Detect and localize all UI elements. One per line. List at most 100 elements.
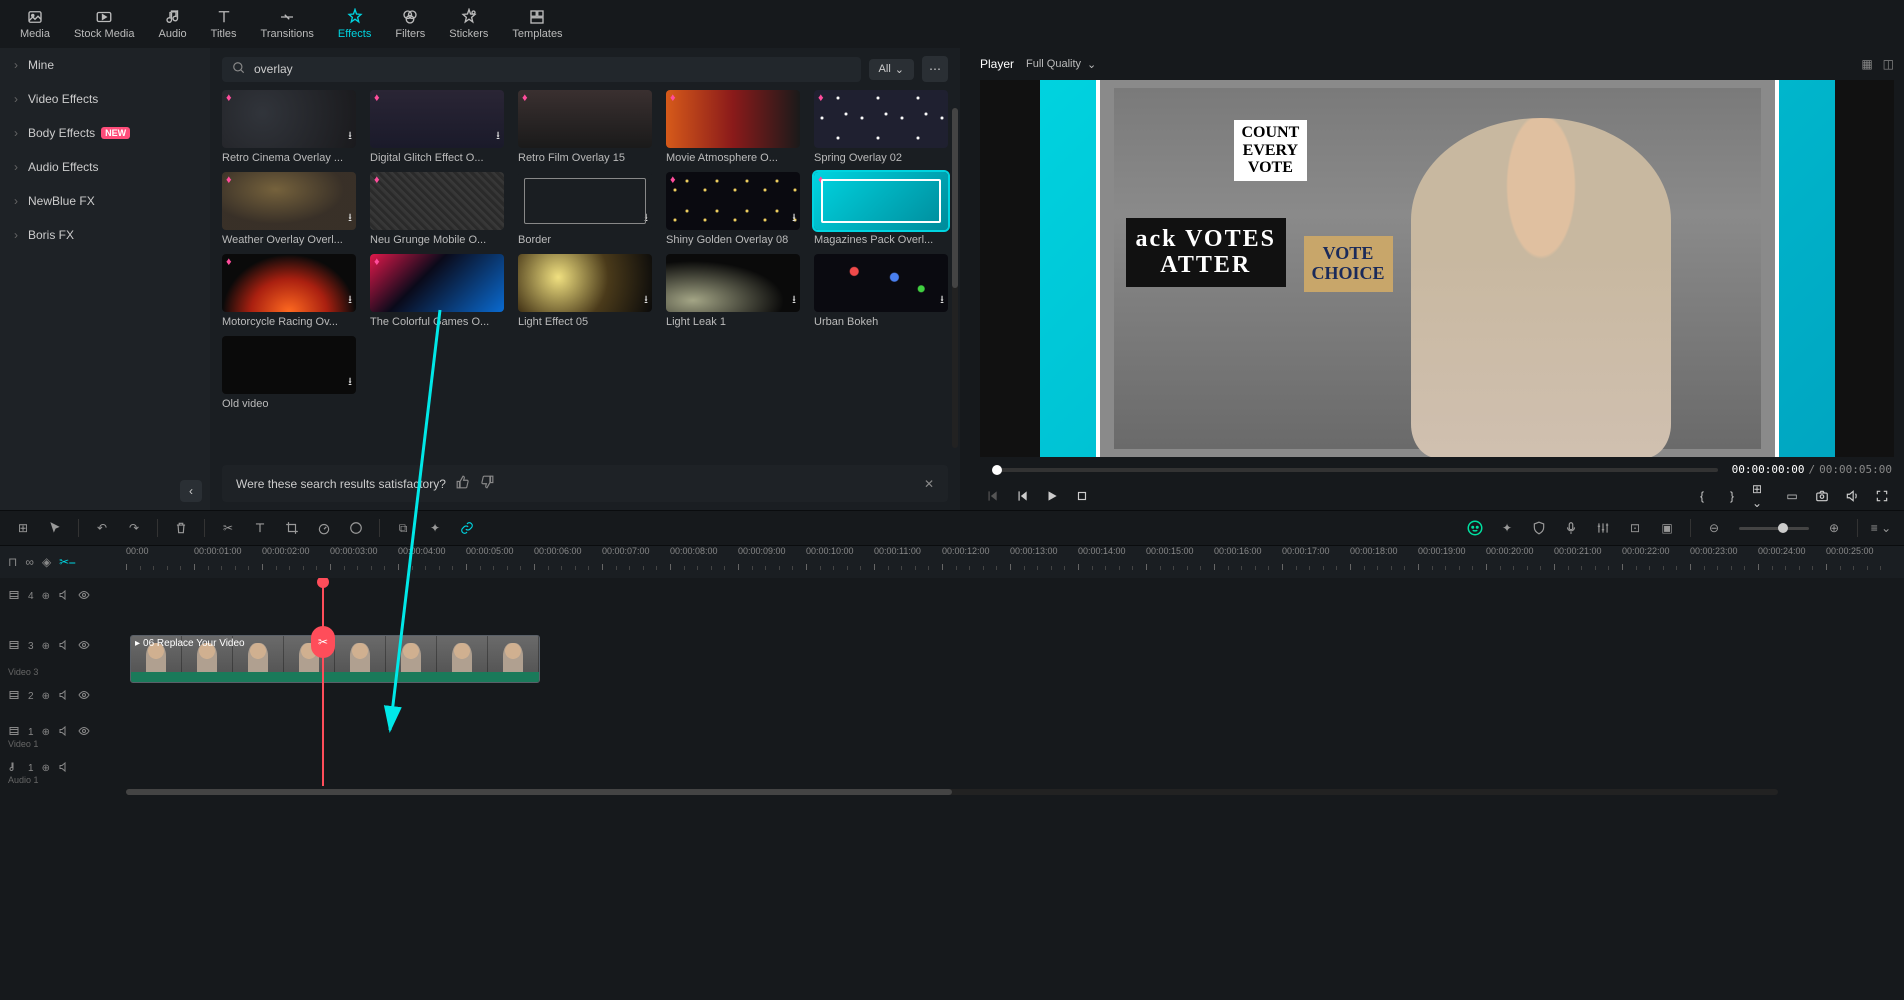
effect-item[interactable]: ⭳Light Effect 05: [518, 254, 652, 328]
mark-in-button[interactable]: {: [1692, 486, 1712, 506]
effect-item[interactable]: ♦⭳Digital Glitch Effect O...: [370, 90, 504, 164]
add-track-icon[interactable]: ⊕: [42, 641, 50, 652]
tab-stock[interactable]: Stock Media: [62, 2, 147, 46]
effect-thumbnail[interactable]: ♦: [370, 254, 504, 312]
voice-button[interactable]: [1558, 515, 1584, 541]
pointer-tool[interactable]: [42, 515, 68, 541]
speed-button[interactable]: [311, 515, 337, 541]
mixer-button[interactable]: [1590, 515, 1616, 541]
download-icon[interactable]: ⭳: [792, 291, 796, 310]
download-icon[interactable]: ⭳: [644, 291, 648, 310]
effect-thumbnail[interactable]: ♦⭳: [222, 90, 356, 148]
translate-button[interactable]: ✦: [422, 515, 448, 541]
aspect-button[interactable]: ⊞ ⌄: [1752, 486, 1772, 506]
effect-thumbnail[interactable]: ♦⭳: [370, 90, 504, 148]
grid-view-icon[interactable]: ▦: [1861, 57, 1872, 71]
timeline-clip[interactable]: ▸06 Replace Your Video: [130, 635, 540, 683]
effect-thumbnail[interactable]: ♦: [518, 90, 652, 148]
safe-zone-button[interactable]: ▭: [1782, 486, 1802, 506]
delete-button[interactable]: [168, 515, 194, 541]
sidebar-item[interactable]: ›Body EffectsNEW: [0, 116, 210, 150]
track-header[interactable]: 4⊕: [0, 578, 126, 614]
sidebar-item[interactable]: ›Video Effects: [0, 82, 210, 116]
add-track-icon[interactable]: ⊕: [42, 591, 50, 602]
mute-track-icon[interactable]: [58, 725, 70, 740]
effect-item[interactable]: ⭳Border: [518, 172, 652, 246]
effect-item[interactable]: ♦Magazines Pack Overl...: [814, 172, 948, 246]
search-box[interactable]: [222, 57, 861, 82]
crop-button[interactable]: [279, 515, 305, 541]
mute-track-icon[interactable]: [58, 589, 70, 604]
prev-frame-button[interactable]: [982, 486, 1002, 506]
mark-out-button[interactable]: }: [1722, 486, 1742, 506]
collapse-sidebar-button[interactable]: ‹: [180, 480, 202, 502]
enhance-button[interactable]: ✦: [1494, 515, 1520, 541]
effect-item[interactable]: ♦⭳Motorcycle Racing Ov...: [222, 254, 356, 328]
play-button[interactable]: [1042, 486, 1062, 506]
effect-thumbnail[interactable]: ♦: [370, 172, 504, 230]
sidebar-item[interactable]: ›NewBlue FX: [0, 184, 210, 218]
track-header[interactable]: 1⊕Audio 1: [0, 750, 126, 786]
tab-templates[interactable]: Templates: [500, 2, 574, 46]
effect-item[interactable]: ♦The Colorful Games O...: [370, 254, 504, 328]
snapshot-button[interactable]: [1812, 486, 1832, 506]
effect-thumbnail[interactable]: ♦: [814, 172, 948, 230]
more-options-button[interactable]: ⋯: [922, 56, 948, 82]
step-back-button[interactable]: [1012, 486, 1032, 506]
color-button[interactable]: [343, 515, 369, 541]
magnet-icon[interactable]: ⊓: [8, 555, 17, 569]
effect-thumbnail[interactable]: ⭳: [518, 254, 652, 312]
add-track-icon[interactable]: ⊕: [42, 691, 50, 702]
playhead[interactable]: ✂: [322, 578, 324, 786]
thumbs-down-button[interactable]: [480, 475, 494, 492]
effect-item[interactable]: ♦Retro Film Overlay 15: [518, 90, 652, 164]
effect-thumbnail[interactable]: ⭳: [222, 336, 356, 394]
track-header[interactable]: 3⊕Video 3: [0, 614, 126, 678]
close-feedback-button[interactable]: ✕: [924, 477, 934, 491]
effect-strip[interactable]: [131, 672, 539, 682]
quality-dropdown[interactable]: Full Quality ⌄: [1026, 58, 1096, 71]
effect-item[interactable]: ♦Spring Overlay 02: [814, 90, 948, 164]
download-icon[interactable]: ⭳: [348, 291, 352, 310]
visibility-icon[interactable]: [78, 589, 90, 604]
effect-item[interactable]: ⭳Light Leak 1: [666, 254, 800, 328]
timeline-ruler[interactable]: 00:0000:00:01:0000:00:02:0000:00:03:0000…: [126, 546, 1904, 578]
undo-button[interactable]: ↶: [89, 515, 115, 541]
search-input[interactable]: [254, 62, 851, 76]
add-track-icon[interactable]: ⊕: [42, 727, 50, 738]
effect-item[interactable]: ⭳Urban Bokeh: [814, 254, 948, 328]
redo-button[interactable]: ↷: [121, 515, 147, 541]
sidebar-item[interactable]: ›Boris FX: [0, 218, 210, 252]
visibility-icon[interactable]: [78, 725, 90, 740]
filter-dropdown[interactable]: All ⌄: [869, 59, 914, 80]
tab-audio[interactable]: Audio: [147, 2, 199, 46]
fullscreen-button[interactable]: [1872, 486, 1892, 506]
effect-thumbnail[interactable]: ♦: [666, 90, 800, 148]
auto-ripple-icon[interactable]: ✂⎯: [59, 555, 75, 570]
sidebar-item[interactable]: ›Mine: [0, 48, 210, 82]
download-icon[interactable]: ⭳: [940, 291, 944, 310]
marker-button[interactable]: ▣: [1654, 515, 1680, 541]
visibility-icon[interactable]: [78, 689, 90, 704]
effect-item[interactable]: ♦Neu Grunge Mobile O...: [370, 172, 504, 246]
download-icon[interactable]: ⭳: [348, 373, 352, 392]
visibility-icon[interactable]: [78, 639, 90, 654]
zoom-in-button[interactable]: ⊕: [1821, 515, 1847, 541]
tab-filters[interactable]: Filters: [383, 2, 437, 46]
mute-track-icon[interactable]: [58, 761, 70, 776]
download-icon[interactable]: ⭳: [792, 209, 796, 228]
download-icon[interactable]: ⭳: [644, 209, 648, 228]
track-header[interactable]: 1⊕Video 1: [0, 714, 126, 750]
select-tool[interactable]: ⊞: [10, 515, 36, 541]
mute-track-icon[interactable]: [58, 639, 70, 654]
group-button[interactable]: ⧉: [390, 515, 416, 541]
track-size-button[interactable]: ≡ ⌄: [1868, 515, 1894, 541]
volume-button[interactable]: [1842, 486, 1862, 506]
scissor-icon[interactable]: ✂: [311, 626, 335, 658]
tab-effects[interactable]: Effects: [326, 2, 383, 46]
add-track-icon[interactable]: ⊕: [42, 763, 50, 774]
timeline-scrollbar[interactable]: [126, 789, 1778, 795]
shield-button[interactable]: [1526, 515, 1552, 541]
effect-thumbnail[interactable]: ♦⭳: [222, 254, 356, 312]
tab-titles[interactable]: Titles: [199, 2, 249, 46]
